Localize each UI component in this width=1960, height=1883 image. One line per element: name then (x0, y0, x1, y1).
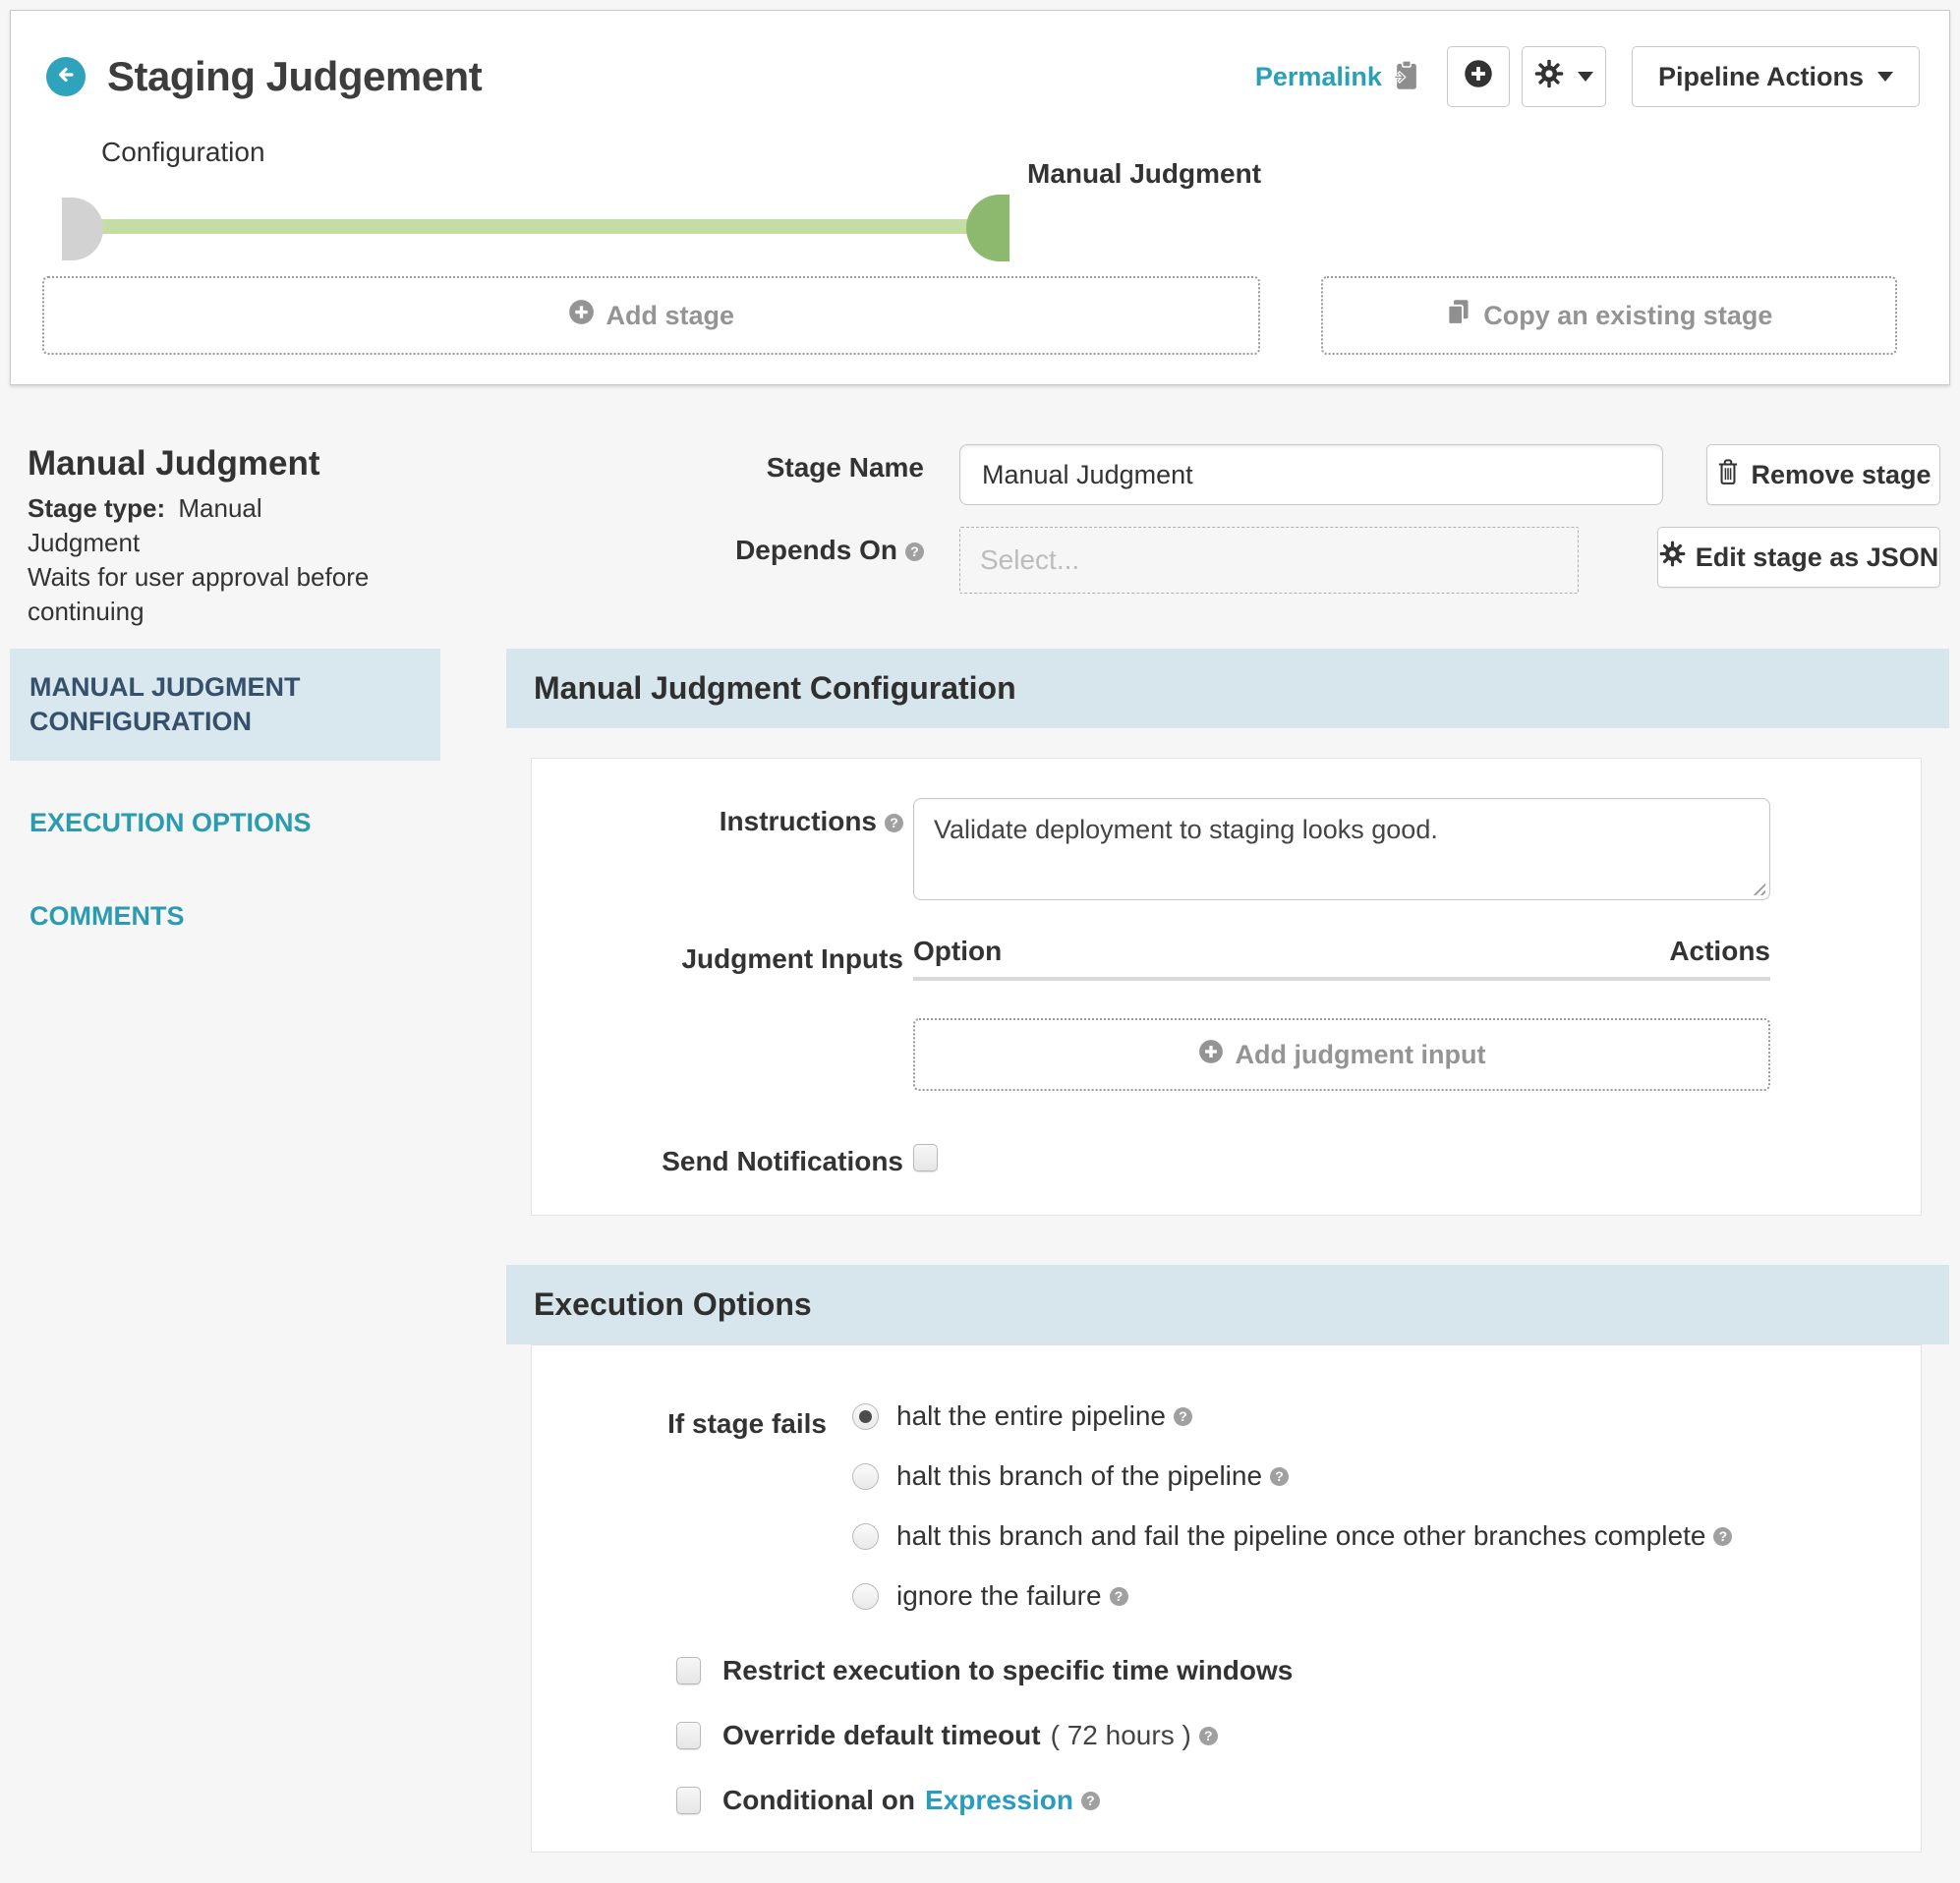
stage-toolbar: Add stage Copy an existing stage (42, 276, 1897, 355)
pipeline-actions-button[interactable]: Pipeline Actions (1632, 46, 1920, 107)
stage-actions: Remove stage Edit stage as JSON (1657, 444, 1940, 588)
conditional-on-checkbox[interactable] (676, 1787, 701, 1814)
title-row: Staging Judgement Permalink Pipeline Act… (11, 11, 1949, 121)
radio-halt-branch[interactable] (852, 1463, 879, 1490)
stage-config-content: Manual Judgment Configuration Instructio… (506, 649, 1949, 1853)
stage-name-input[interactable] (959, 444, 1663, 505)
arrow-left-icon (54, 63, 78, 91)
help-icon[interactable] (905, 542, 924, 561)
override-timeout-row: Override default timeout ( 72 hours ) (676, 1720, 1921, 1751)
stage-name-label: Stage Name (552, 444, 924, 484)
help-icon[interactable] (1270, 1467, 1289, 1486)
radio-row: halt the entire pipeline (852, 1400, 1894, 1432)
add-stage-button[interactable]: Add stage (42, 276, 1260, 355)
help-icon[interactable] (885, 814, 903, 832)
graph-node-configuration[interactable] (62, 198, 103, 260)
config-section-card: Instructions Validate deployment to stag… (531, 758, 1922, 1216)
radio-row: halt this branch and fail the pipeline o… (852, 1520, 1894, 1552)
graph-node-manual-judgment[interactable] (966, 195, 1009, 261)
help-icon[interactable] (1713, 1527, 1732, 1546)
radio-row: ignore the failure (852, 1580, 1894, 1612)
depends-on-select[interactable]: Select... (959, 527, 1579, 594)
graph-stage-label[interactable]: Manual Judgment (1027, 158, 1261, 190)
stage-info: Manual Judgment Stage type: Manual Judgm… (28, 444, 376, 629)
plus-circle-icon (1464, 59, 1493, 95)
permalink-link[interactable]: Permalink (1255, 62, 1382, 92)
sidebar-item-comments[interactable]: COMMENTS (10, 885, 440, 947)
depends-on-placeholder: Select... (980, 544, 1079, 576)
stage-type-label: Stage type: (28, 493, 165, 523)
plus-circle-icon (1198, 1039, 1224, 1071)
send-notifications-checkbox[interactable] (913, 1144, 938, 1171)
judgment-inputs-table-header: Option Actions (913, 936, 1770, 981)
radio-halt-entire-pipeline[interactable] (852, 1403, 879, 1430)
instructions-label: Instructions (532, 798, 903, 837)
execution-section-header: Execution Options (506, 1265, 1949, 1344)
if-stage-fails-label: If stage fails (532, 1400, 827, 1440)
stage-details-form: Manual Judgment Stage type: Manual Judgm… (0, 444, 1960, 649)
pipeline-actions-label: Pipeline Actions (1658, 62, 1864, 92)
override-timeout-checkbox[interactable] (676, 1722, 701, 1749)
instructions-textarea[interactable]: Validate deployment to staging looks goo… (913, 798, 1770, 900)
expression-link[interactable]: Expression (925, 1785, 1073, 1816)
stage-heading: Manual Judgment (28, 444, 376, 484)
restrict-execution-row: Restrict execution to specific time wind… (676, 1655, 1921, 1686)
graph-config-label[interactable]: Configuration (101, 137, 265, 168)
pipeline-graph: Configuration Manual Judgment (11, 121, 1949, 276)
gear-icon (1534, 59, 1564, 95)
send-notifications-label: Send Notifications (532, 1138, 903, 1177)
help-icon[interactable] (1081, 1792, 1100, 1810)
radio-halt-branch-fail-pipeline[interactable] (852, 1523, 879, 1550)
edit-stage-json-button[interactable]: Edit stage as JSON (1657, 527, 1940, 588)
caret-down-icon (1877, 72, 1893, 82)
depends-on-label: Depends On (552, 527, 924, 566)
add-stage-icon-button[interactable] (1447, 46, 1510, 107)
radio-ignore-failure[interactable] (852, 1583, 879, 1610)
copy-icon (1445, 298, 1471, 333)
clipboard-icon[interactable] (1392, 59, 1421, 95)
stage-description: Waits for user approval before continuin… (28, 560, 376, 629)
config-section-header: Manual Judgment Configuration (506, 649, 1949, 728)
settings-dropdown-button[interactable] (1522, 46, 1606, 107)
stage-config-sidebar: MANUAL JUDGMENT CONFIGURATION EXECUTION … (10, 649, 440, 1853)
back-button[interactable] (46, 57, 86, 96)
gear-icon (1659, 541, 1686, 574)
restrict-execution-checkbox[interactable] (676, 1657, 701, 1684)
caret-down-icon (1578, 72, 1593, 82)
judgment-inputs-label: Judgment Inputs (532, 936, 903, 975)
help-icon[interactable] (1174, 1407, 1192, 1426)
radio-row: halt this branch of the pipeline (852, 1460, 1894, 1492)
help-icon[interactable] (1199, 1727, 1218, 1745)
trash-icon (1715, 458, 1741, 492)
execution-section-card: If stage fails halt the entire pipeline … (531, 1344, 1922, 1853)
pipeline-header-panel: Staging Judgement Permalink Pipeline Act… (10, 10, 1950, 385)
sidebar-item-execution-options[interactable]: EXECUTION OPTIONS (10, 792, 440, 854)
copy-existing-stage-button[interactable]: Copy an existing stage (1321, 276, 1897, 355)
option-column-header: Option (913, 936, 1002, 967)
conditional-on-row: Conditional on Expression (676, 1785, 1921, 1816)
main-area: MANUAL JUDGMENT CONFIGURATION EXECUTION … (10, 649, 1949, 1853)
actions-column-header: Actions (1669, 936, 1770, 967)
graph-edge (82, 219, 986, 234)
help-icon[interactable] (1110, 1587, 1128, 1606)
plus-circle-icon (568, 299, 595, 332)
sidebar-item-manual-judgment-configuration[interactable]: MANUAL JUDGMENT CONFIGURATION (10, 649, 440, 761)
add-judgment-input-button[interactable]: Add judgment input (913, 1018, 1770, 1091)
stage-fields: Stage Name Depends On Select... (552, 444, 1663, 615)
page-title: Staging Judgement (107, 53, 482, 100)
remove-stage-button[interactable]: Remove stage (1706, 444, 1940, 505)
